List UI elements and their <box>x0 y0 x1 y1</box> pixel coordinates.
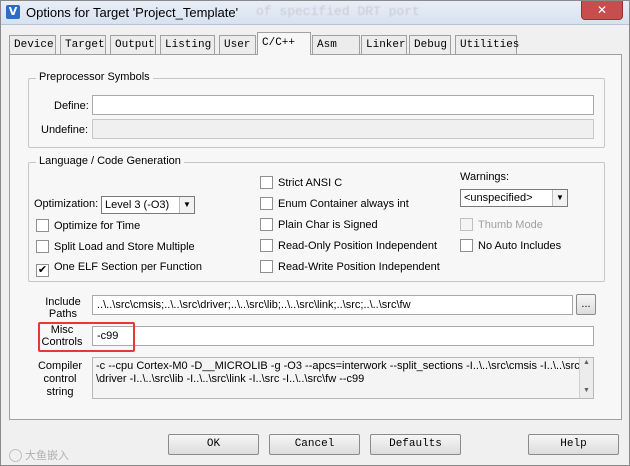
tab-asm[interactable]: Asm <box>312 35 360 54</box>
checkbox-box <box>260 218 273 231</box>
include-paths-label: Include Paths <box>43 296 83 320</box>
watermark: 大鱼嵌入 <box>9 447 69 463</box>
close-icon: ✕ <box>596 3 608 17</box>
chevron-down-icon: ▼ <box>552 190 567 206</box>
no-auto-includes-checkbox[interactable]: No Auto Includes <box>460 239 561 252</box>
one-elf-section-checkbox[interactable]: ✔ One ELF Section per Function <box>36 261 202 277</box>
checkbox-label: Plain Char is Signed <box>278 219 378 231</box>
compiler-control-string-box: -c --cpu Cortex-M0 -D__MICROLIB -g -O3 -… <box>92 357 594 399</box>
tab-user[interactable]: User <box>219 35 256 54</box>
scrollbar[interactable]: ▲ ▼ <box>579 358 593 398</box>
tab-listing[interactable]: Listing <box>160 35 215 54</box>
checkbox-box <box>260 260 273 273</box>
undefine-input <box>92 119 594 139</box>
ro-position-independent-checkbox[interactable]: Read-Only Position Independent <box>260 239 437 252</box>
misc-controls-highlight <box>38 322 135 352</box>
watermark-logo-icon <box>9 449 22 462</box>
strict-ansi-c-checkbox[interactable]: Strict ANSI C <box>260 176 342 189</box>
include-paths-input[interactable]: ..\..\src\cmsis;..\..\src\driver;..\..\s… <box>92 295 573 315</box>
language-group: Language / Code Generation Optimization:… <box>28 155 605 282</box>
label-line: Include <box>45 296 81 308</box>
checkbox-label: Thumb Mode <box>478 219 543 231</box>
warnings-label: Warnings: <box>460 171 510 183</box>
checkbox-label: Read-Only Position Independent <box>278 240 437 252</box>
enum-container-checkbox[interactable]: Enum Container always int <box>260 197 409 210</box>
watermark-text: 大鱼嵌入 <box>25 450 69 462</box>
warnings-select[interactable]: <unspecified> ▼ <box>460 189 568 207</box>
checkbox-label: One ELF Section per Function <box>54 261 202 273</box>
label-line: control <box>43 373 77 385</box>
misc-controls-input[interactable]: -c99 <box>92 326 594 346</box>
scroll-up-icon[interactable]: ▲ <box>580 358 593 368</box>
checkbox-label: Split Load and Store Multiple <box>54 241 195 253</box>
keil-icon: V <box>6 5 20 19</box>
help-button[interactable]: Help <box>528 434 619 455</box>
preprocessor-group: Preprocessor Symbols Define: Undefine: <box>28 71 605 148</box>
options-dialog: V Options for Target 'Project_Template' … <box>0 0 630 466</box>
checkbox-box <box>460 239 473 252</box>
tab-device[interactable]: Device <box>9 35 56 54</box>
check-icon: ✔ <box>36 264 49 277</box>
compiler-string-line: \driver -I..\..\src\lib -I..\..\src\link… <box>96 373 365 385</box>
checkbox-box <box>260 197 273 210</box>
checkbox-label: Strict ANSI C <box>278 177 343 189</box>
checkbox-label: No Auto Includes <box>478 240 562 252</box>
checkbox-box <box>260 239 273 252</box>
warnings-value: <unspecified> <box>464 192 533 204</box>
checkbox-label: Optimize for Time <box>54 220 141 232</box>
compiler-control-string-label: Compiler control string <box>37 360 83 399</box>
browse-include-paths-button[interactable]: ... <box>576 294 596 315</box>
thumb-mode-checkbox: Thumb Mode <box>460 218 543 231</box>
label-line: Paths <box>48 308 78 320</box>
cpp-tab-panel: Preprocessor Symbols Define: Undefine: L… <box>9 54 622 420</box>
define-input[interactable] <box>92 95 594 115</box>
define-label: Define: <box>54 100 89 112</box>
tab-debug[interactable]: Debug <box>409 35 451 54</box>
optimization-value: Level 3 (-O3) <box>105 199 170 211</box>
plain-char-signed-checkbox[interactable]: Plain Char is Signed <box>260 218 378 231</box>
rw-position-independent-checkbox[interactable]: Read-Write Position Independent <box>260 260 440 273</box>
tab-linker[interactable]: Linker <box>361 35 407 54</box>
title-bar[interactable]: V Options for Target 'Project_Template' … <box>1 1 629 25</box>
undefine-label: Undefine: <box>41 124 89 136</box>
preprocessor-title: Preprocessor Symbols <box>36 71 153 83</box>
checkbox-label: Read-Write Position Independent <box>278 261 440 273</box>
window-title: Options for Target 'Project_Template' <box>26 5 239 20</box>
split-load-store-checkbox[interactable]: Split Load and Store Multiple <box>36 240 195 253</box>
background-window-text: of specified DRT port <box>256 4 420 19</box>
defaults-button[interactable]: Defaults <box>370 434 461 455</box>
optimization-label: Optimization: <box>34 198 99 210</box>
optimize-for-time-checkbox[interactable]: Optimize for Time <box>36 219 140 232</box>
tab-target[interactable]: Target <box>60 35 106 54</box>
checkbox-box <box>36 219 49 232</box>
label-line: Compiler <box>37 360 82 372</box>
checkbox-box <box>36 240 49 253</box>
checkbox-label: Enum Container always int <box>278 198 409 210</box>
optimization-select[interactable]: Level 3 (-O3) ▼ <box>101 196 195 214</box>
tab-output[interactable]: Output <box>110 35 156 54</box>
cancel-button[interactable]: Cancel <box>269 434 360 455</box>
checkbox-box <box>260 176 273 189</box>
tab-utilities[interactable]: Utilities <box>455 35 519 54</box>
compiler-string-line: -c --cpu Cortex-M0 -D__MICROLIB -g -O3 -… <box>96 360 580 372</box>
language-title: Language / Code Generation <box>36 155 184 167</box>
label-line: string <box>46 386 74 398</box>
tab-c-cpp[interactable]: C/C++ <box>257 32 311 55</box>
scroll-down-icon[interactable]: ▼ <box>580 386 593 396</box>
chevron-down-icon: ▼ <box>179 197 194 213</box>
ok-button[interactable]: OK <box>168 434 259 455</box>
checkbox-box <box>460 218 473 231</box>
close-button[interactable]: ✕ <box>581 1 623 20</box>
